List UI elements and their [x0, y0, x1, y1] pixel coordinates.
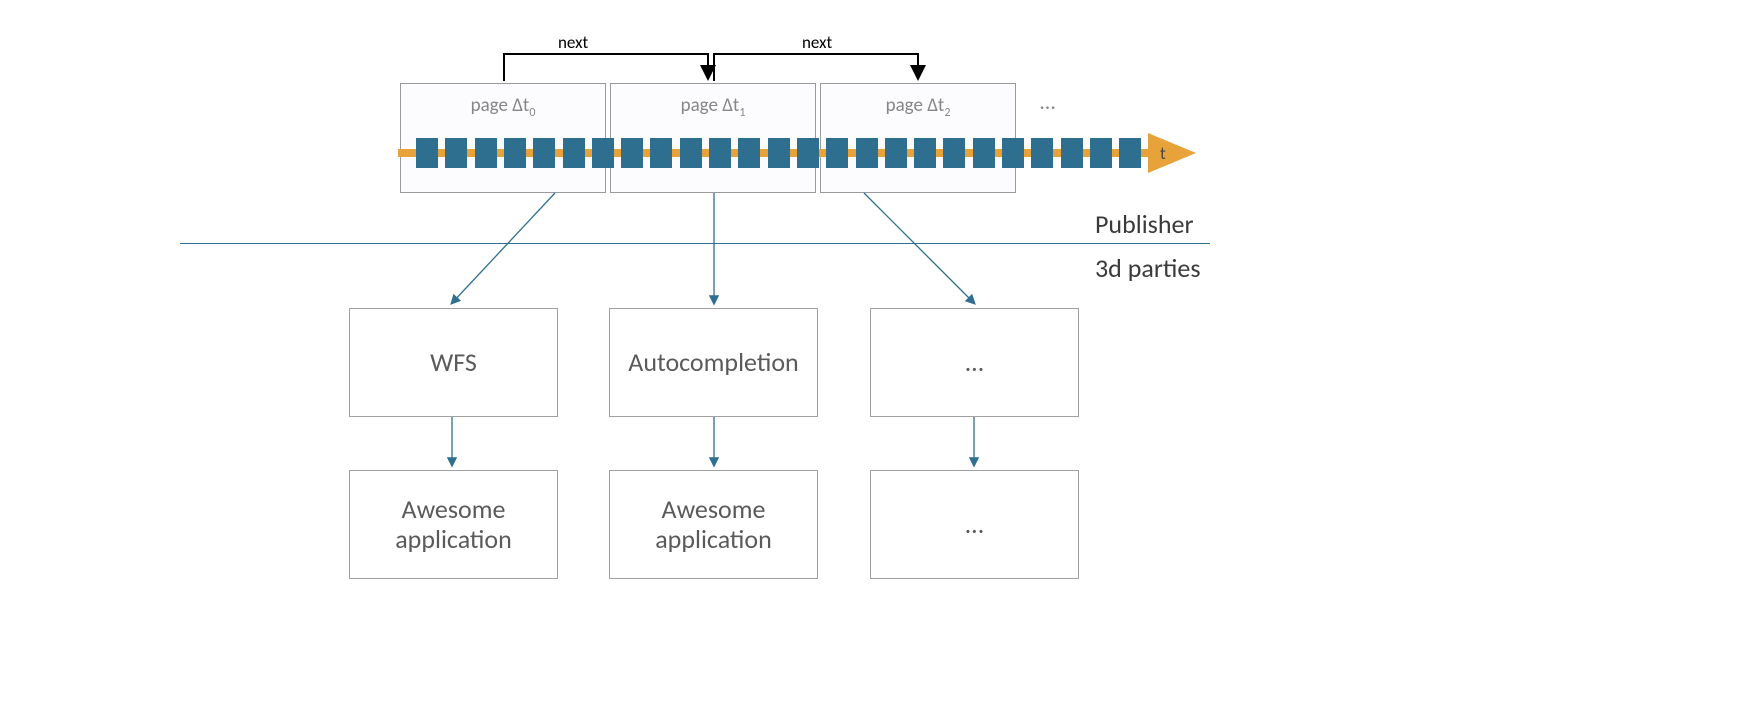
box-app-2: Awesome application: [609, 470, 818, 579]
box-row2-ellipsis-label: …: [966, 510, 984, 540]
timeline-square: [475, 138, 497, 168]
box-row2-ellipsis: …: [870, 470, 1079, 579]
timeline-arrowhead-icon: [1148, 133, 1196, 173]
timeline-square: [1002, 138, 1024, 168]
box-app-2-label: Awesome application: [610, 495, 817, 555]
box-wfs-label: WFS: [430, 348, 477, 378]
timeline-square: [738, 138, 760, 168]
next-arrow-2-rise: [713, 53, 715, 81]
page-box-0-label: page Δt0: [401, 94, 605, 120]
timeline-square: [973, 138, 995, 168]
box-app-1: Awesome application: [349, 470, 558, 579]
timeline-square: [1090, 138, 1112, 168]
next-arrow-2-fall: [917, 53, 919, 65]
timeline-square: [1061, 138, 1083, 168]
next-arrow-1-rise: [503, 53, 505, 81]
publisher-divider: [180, 243, 1210, 244]
next-label-2: next: [802, 32, 832, 53]
timeline-square: [680, 138, 702, 168]
timeline-square: [709, 138, 731, 168]
timeline-square: [563, 138, 585, 168]
page-sub-0: 0: [529, 106, 535, 120]
timeline-square: [445, 138, 467, 168]
box-autocompletion-label: Autocompletion: [628, 348, 798, 378]
timeline-square: [826, 138, 848, 168]
next-arrow-1-top: [503, 53, 707, 55]
timeline-square: [885, 138, 907, 168]
timeline-square: [768, 138, 790, 168]
timeline-square: [650, 138, 672, 168]
next-arrow-2-head: [910, 65, 926, 81]
box-wfs: WFS: [349, 308, 558, 417]
box-row1-ellipsis-label: …: [966, 348, 984, 378]
box-row1-ellipsis: …: [870, 308, 1079, 417]
timeline-square: [533, 138, 555, 168]
next-arrow-2-top: [713, 53, 917, 55]
box-app-1-label: Awesome application: [350, 495, 557, 555]
page-sub-1: 1: [739, 106, 745, 120]
next-arrow-1-fall: [707, 53, 709, 65]
page-box-2-label: page Δt2: [821, 94, 1015, 120]
timeline-square: [797, 138, 819, 168]
third-parties-label: 3d parties: [1095, 252, 1201, 284]
next-label-1: next: [558, 32, 588, 53]
timeline-square: [914, 138, 936, 168]
publisher-label: Publisher: [1095, 208, 1194, 240]
timeline-square: [504, 138, 526, 168]
timeline-square: [856, 138, 878, 168]
page-prefix-0: page Δt: [471, 94, 530, 117]
page-prefix-2: page Δt: [886, 94, 945, 117]
timeline-square: [416, 138, 438, 168]
timeline-square: [592, 138, 614, 168]
timeline-square: [1031, 138, 1053, 168]
timeline-square: [621, 138, 643, 168]
timeline-square: [943, 138, 965, 168]
page-box-1-label: page Δt1: [611, 94, 815, 120]
page-sub-2: 2: [944, 106, 950, 120]
diagram-root: next next page Δt0 page Δt1 page Δt2 … t…: [0, 0, 1757, 724]
timeline-t-label: t: [1160, 143, 1166, 164]
page-prefix-1: page Δt: [681, 94, 740, 117]
timeline-square: [1119, 138, 1141, 168]
pages-ellipsis: …: [1040, 88, 1055, 115]
box-autocompletion: Autocompletion: [609, 308, 818, 417]
